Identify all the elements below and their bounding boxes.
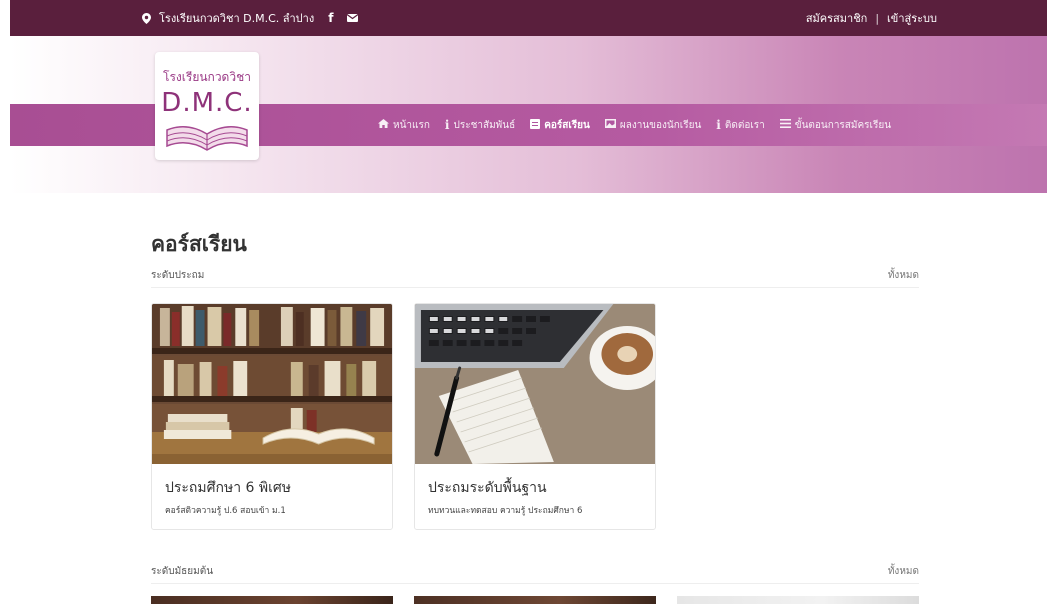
top-bar-right: สมัครสมาชิก | เข้าสู่ระบบ <box>806 0 937 36</box>
course-subtitle: คอร์สติวความรู้ ป.6 สอบเข้า ม.1 <box>165 506 286 516</box>
course-image-laptop-notebook <box>415 304 655 464</box>
facebook-icon[interactable]: f <box>328 11 333 25</box>
course-card-thumbnail[interactable] <box>151 596 393 604</box>
top-bar: โรงเรียนกวดวิชา D.M.C. ลำปาง f สมัครสมาช… <box>10 0 1047 36</box>
section-title: ระดับประถม <box>151 270 205 281</box>
section-header-lower-secondary: ระดับมัธยมต้น ทั้งหมด <box>151 562 919 584</box>
course-card-thumbnail[interactable] <box>677 596 919 604</box>
nav-item-courses[interactable]: คอร์สเรียน <box>530 118 590 133</box>
login-link[interactable]: เข้าสู่ระบบ <box>887 9 937 27</box>
nav-label: ติดต่อเรา <box>724 119 765 131</box>
course-subtitle: ทบทวนและทดสอบ ความรู้ ประถมศึกษา 6 <box>428 506 583 516</box>
course-card[interactable]: ประถมศึกษา 6 พิเศษ คอร์สติวความรู้ ป.6 ส… <box>151 303 393 530</box>
nav-label: ขั้นตอนการสมัครเรียน <box>794 119 892 131</box>
section-title: ระดับมัธยมต้น <box>151 566 214 577</box>
nav-label: คอร์สเรียน <box>544 119 590 131</box>
view-all-link[interactable]: ทั้งหมด <box>888 268 919 283</box>
course-title[interactable]: ประถมระดับพื้นฐาน <box>428 477 547 499</box>
nav-item-news[interactable]: i ประชาสัมพันธ์ <box>445 118 515 133</box>
course-title[interactable]: ประถมศึกษา 6 พิเศษ <box>165 477 291 499</box>
school-logo[interactable]: โรงเรียนกวดวิชา D.M.C. <box>155 52 259 160</box>
map-marker-icon <box>142 12 151 24</box>
section-header-primary: ระดับประถม ทั้งหมด <box>151 266 919 288</box>
nav-item-student-works[interactable]: ผลงานของนักเรียน <box>604 118 702 133</box>
info-icon: i <box>444 118 450 132</box>
course-image-bookshelf <box>152 304 392 464</box>
view-all-link[interactable]: ทั้งหมด <box>888 564 919 579</box>
page-title: คอร์สเรียน <box>151 232 247 256</box>
separator: | <box>875 11 880 25</box>
info-icon: i <box>716 118 721 132</box>
main-nav: หน้าแรก i ประชาสัมพันธ์ คอร์สเรียน ผลงาน… <box>378 104 891 146</box>
course-card-thumbnail[interactable] <box>414 596 656 604</box>
nav-label: ประชาสัมพันธ์ <box>453 119 516 131</box>
home-icon <box>378 119 389 131</box>
list-icon <box>779 119 791 131</box>
nav-label: ผลงานของนักเรียน <box>619 119 702 131</box>
course-card[interactable]: ประถมระดับพื้นฐาน ทบทวนและทดสอบ ความรู้ … <box>414 303 656 530</box>
nav-label: หน้าแรก <box>393 119 430 131</box>
open-book-icon <box>166 126 248 151</box>
logo-text-thai: โรงเรียนกวดวิชา <box>163 70 251 84</box>
image-icon <box>604 119 616 131</box>
top-bar-left: โรงเรียนกวดวิชา D.M.C. ลำปาง f <box>142 0 359 36</box>
nav-item-registration-steps[interactable]: ขั้นตอนการสมัครเรียน <box>779 118 892 133</box>
envelope-icon[interactable] <box>347 14 359 22</box>
logo-text-dmc: D.M.C. <box>161 88 253 118</box>
school-name: โรงเรียนกวดวิชา D.M.C. ลำปาง <box>159 12 315 25</box>
nav-item-contact[interactable]: i ติดต่อเรา <box>716 118 764 133</box>
register-link[interactable]: สมัครสมาชิก <box>806 9 868 27</box>
book-icon <box>530 118 541 132</box>
nav-item-home[interactable]: หน้าแรก <box>378 118 430 133</box>
